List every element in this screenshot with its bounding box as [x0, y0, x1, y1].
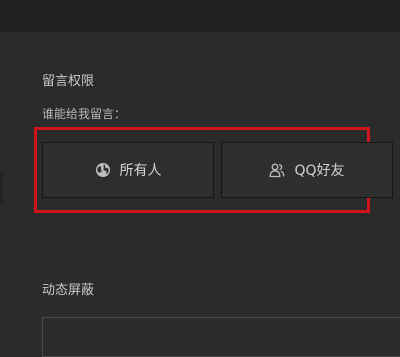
option-everyone-label: 所有人 — [119, 163, 162, 179]
option-qq-friends-label: QQ好友 — [294, 163, 345, 179]
friends-icon — [269, 162, 285, 178]
option-everyone-button[interactable]: 所有人 — [42, 142, 214, 198]
dynamic-block-input[interactable] — [42, 317, 400, 357]
top-bar — [0, 0, 400, 32]
panel-edge — [0, 172, 3, 204]
globe-icon — [95, 162, 111, 178]
who-can-message-label: 谁能给我留言： — [42, 107, 127, 121]
option-qq-friends-button[interactable]: QQ好友 — [221, 142, 393, 198]
message-permission-title: 留言权限 — [42, 74, 95, 89]
dynamic-block-title: 动态屏蔽 — [42, 283, 95, 298]
